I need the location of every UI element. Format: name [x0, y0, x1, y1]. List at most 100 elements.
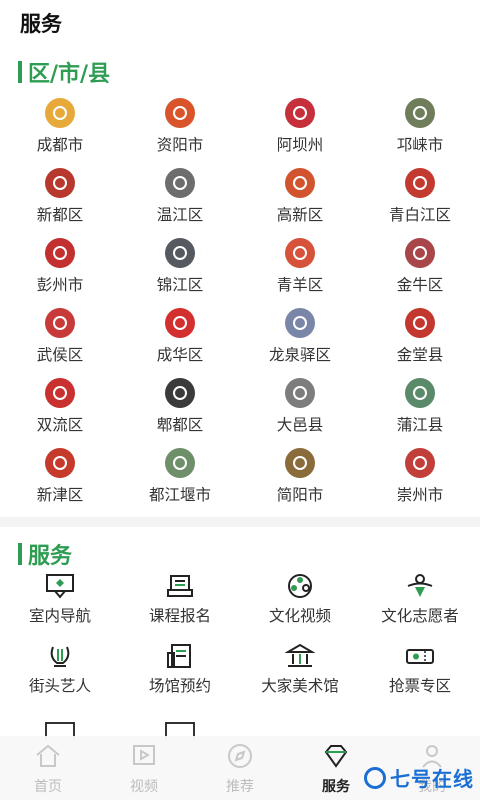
jinniu-logo-icon [405, 238, 435, 268]
district-item[interactable]: 新都区 [0, 165, 120, 235]
service-item[interactable]: 大家美术馆 [240, 643, 360, 713]
dujiangyan-logo-icon [165, 448, 195, 478]
pidu-logo-icon [165, 378, 195, 408]
district-label: 简阳市 [276, 486, 324, 504]
service-item[interactable]: 课程报名 [120, 573, 240, 643]
services-grid: 室内导航 课程报名 文化视频 文化志愿者街头艺人 场馆预约 大家美术馆 抢票专区 [0, 573, 480, 713]
page-title: 服务 [20, 12, 62, 36]
district-label: 双流区 [36, 416, 84, 434]
district-label: 新都区 [36, 206, 84, 224]
pengzhou-logo-icon [45, 238, 75, 268]
xinjin-logo-icon [45, 448, 75, 478]
district-label: 资阳市 [156, 136, 204, 154]
district-item[interactable]: 青白江区 [360, 165, 480, 235]
watermark-text: 七号在线 [390, 767, 474, 791]
service-label: 抢票专区 [388, 677, 451, 695]
district-label: 成都市 [36, 136, 84, 154]
museum-icon [285, 643, 315, 669]
ticket-icon [405, 643, 435, 669]
district-item[interactable]: 郫都区 [120, 375, 240, 445]
district-label: 成华区 [156, 346, 204, 364]
district-label: 温江区 [156, 206, 204, 224]
venue-booking-icon [165, 643, 195, 669]
tab-label: 服务 [322, 779, 350, 795]
chenghua-logo-icon [165, 308, 195, 338]
district-item[interactable]: 温江区 [120, 165, 240, 235]
wenjiang-logo-icon [165, 168, 195, 198]
service-item[interactable]: 文化志愿者 [360, 573, 480, 643]
watermark: 七号在线 [364, 763, 474, 792]
section-accent-bar [18, 543, 22, 565]
jinjiang-logo-icon [165, 238, 195, 268]
district-item[interactable]: 简阳市 [240, 445, 360, 515]
tab-video[interactable]: 视频 [96, 736, 192, 800]
district-label: 郫都区 [156, 416, 204, 434]
qionglai-logo-icon [405, 98, 435, 128]
district-item[interactable]: 大邑县 [240, 375, 360, 445]
jintang-logo-icon [405, 308, 435, 338]
district-item[interactable]: 资阳市 [120, 95, 240, 165]
district-label: 彭州市 [36, 276, 84, 294]
services-section-title: 服务 [28, 543, 73, 569]
longquanyi-logo-icon [285, 308, 315, 338]
gaoxin-logo-icon [285, 168, 315, 198]
tab-label: 首页 [34, 779, 62, 795]
district-label: 大邑县 [276, 416, 324, 434]
district-item[interactable]: 蒲江县 [360, 375, 480, 445]
service-label: 大家美术馆 [261, 677, 339, 695]
service-item[interactable]: 文化视频 [240, 573, 360, 643]
service-label: 室内导航 [28, 607, 91, 625]
district-item[interactable]: 龙泉驿区 [240, 305, 360, 375]
district-label: 邛崃市 [396, 136, 444, 154]
volunteer-icon [405, 573, 435, 599]
wuhou-logo-icon [45, 308, 75, 338]
lyre-icon [45, 643, 75, 669]
ziyang-logo-icon [165, 98, 195, 128]
district-item[interactable]: 都江堰市 [120, 445, 240, 515]
qingbaijiang-logo-icon [405, 168, 435, 198]
district-item[interactable]: 崇州市 [360, 445, 480, 515]
district-label: 青羊区 [276, 276, 324, 294]
shuangliu-logo-icon [45, 378, 75, 408]
video-icon [130, 742, 158, 774]
jianyang-logo-icon [285, 448, 315, 478]
diamond-icon [322, 742, 350, 774]
district-item[interactable]: 青羊区 [240, 235, 360, 305]
district-item[interactable]: 阿坝州 [240, 95, 360, 165]
district-item[interactable]: 新津区 [0, 445, 120, 515]
service-item[interactable]: 抢票专区 [360, 643, 480, 713]
dayi-logo-icon [285, 378, 315, 408]
district-item[interactable]: 金堂县 [360, 305, 480, 375]
district-label: 金牛区 [396, 276, 444, 294]
district-item[interactable]: 金牛区 [360, 235, 480, 305]
district-item[interactable]: 高新区 [240, 165, 360, 235]
district-item[interactable]: 双流区 [0, 375, 120, 445]
district-label: 金堂县 [396, 346, 444, 364]
district-item[interactable]: 成华区 [120, 305, 240, 375]
district-item[interactable]: 邛崃市 [360, 95, 480, 165]
chengdu-logo-icon [45, 98, 75, 128]
service-item[interactable]: 街头艺人 [0, 643, 120, 713]
tab-home[interactable]: 首页 [0, 736, 96, 800]
tab-compass[interactable]: 推荐 [192, 736, 288, 800]
service-label: 课程报名 [148, 607, 211, 625]
district-label: 新津区 [36, 486, 84, 504]
home-icon [34, 742, 62, 774]
service-item[interactable]: 场馆预约 [120, 643, 240, 713]
compass-icon [226, 742, 254, 774]
section-divider [0, 517, 480, 527]
service-label: 文化志愿者 [381, 607, 459, 625]
district-label: 锦江区 [156, 276, 204, 294]
tab-label: 推荐 [226, 779, 254, 795]
district-label: 都江堰市 [148, 486, 211, 504]
district-label: 崇州市 [396, 486, 444, 504]
service-item[interactable]: 室内导航 [0, 573, 120, 643]
district-item[interactable]: 成都市 [0, 95, 120, 165]
district-item[interactable]: 武侯区 [0, 305, 120, 375]
pujiang-logo-icon [405, 378, 435, 408]
district-item[interactable]: 锦江区 [120, 235, 240, 305]
district-label: 阿坝州 [276, 136, 324, 154]
district-grid: 成都市 资阳市 阿坝州 邛崃市新都区 温江区 高新区 青白江区彭州市 锦江区 青羊区 金牛区武侯区… [0, 95, 480, 515]
service-label: 文化视频 [268, 607, 331, 625]
district-item[interactable]: 彭州市 [0, 235, 120, 305]
